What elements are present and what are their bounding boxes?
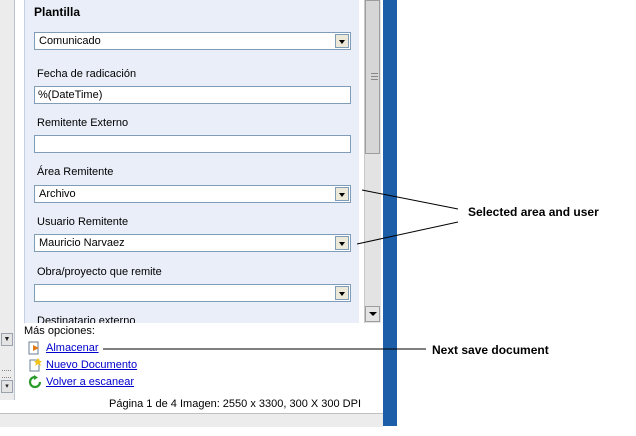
rescan-icon[interactable] <box>28 375 42 389</box>
new-document-icon[interactable] <box>28 358 42 372</box>
grip-line <box>371 73 378 74</box>
left-scroll-strip: ▼ ▾ <box>0 0 15 400</box>
plantilla-select[interactable]: Comunicado <box>34 32 351 50</box>
callout-next-save: Next save document <box>432 343 549 357</box>
page-indicator: Página 1 de 4 <box>109 398 177 410</box>
field-label-area-remitente: Área Remitente <box>37 166 114 178</box>
field-label-destinatario-externo: Destinatario externo <box>37 315 136 323</box>
area-remitente-select[interactable]: Archivo <box>34 185 351 203</box>
grip-line <box>371 79 378 80</box>
bottom-bar <box>0 413 383 427</box>
scroll-down-button[interactable]: ▼ <box>1 333 13 346</box>
field-label-obra-proyecto: Obra/proyecto que remite <box>37 266 162 278</box>
store-icon[interactable] <box>28 341 42 355</box>
obra-proyecto-select[interactable] <box>34 284 351 302</box>
form-panel: Plantilla Comunicado Fecha de radicación… <box>24 0 359 323</box>
vertical-scrollbar[interactable] <box>364 0 381 323</box>
more-options-heading: Más opciones: <box>24 325 95 337</box>
chevron-down-icon[interactable] <box>335 286 349 300</box>
callout-selected-area-user: Selected area and user <box>468 205 599 219</box>
scroll-menu-button[interactable]: ▾ <box>1 380 13 393</box>
chevron-down-icon[interactable] <box>335 187 349 201</box>
app-window: ▼ ▾ Plantilla Comunicado Fecha de radica… <box>0 0 397 427</box>
field-label-usuario-remitente: Usuario Remitente <box>37 216 129 228</box>
chevron-down-icon[interactable] <box>335 236 349 250</box>
usuario-remitente-value: Mauricio Narvaez <box>39 237 125 249</box>
area-remitente-value: Archivo <box>39 188 76 200</box>
scroll-down-arrow-button[interactable] <box>365 306 380 322</box>
chevron-down-icon[interactable] <box>335 34 349 48</box>
new-document-link[interactable]: Nuevo Documento <box>46 359 137 371</box>
status-bar: Página 1 de 4 Imagen: 2550 x 3300, 300 X… <box>14 397 383 413</box>
remitente-externo-input[interactable] <box>34 135 351 153</box>
window-border <box>383 0 397 426</box>
fecha-value: %(DateTime) <box>38 89 103 101</box>
field-label-remitente-externo: Remitente Externo <box>37 117 129 129</box>
store-link[interactable]: Almacenar <box>46 342 99 354</box>
fecha-input[interactable]: %(DateTime) <box>34 86 351 104</box>
grip-dots <box>2 370 11 378</box>
panel-title: Plantilla <box>34 5 81 19</box>
plantilla-value: Comunicado <box>39 35 101 47</box>
grip-line <box>371 76 378 77</box>
image-info: Imagen: 2550 x 3300, 300 X 300 DPI <box>180 398 362 410</box>
rescan-link[interactable]: Volver a escanear <box>46 376 134 388</box>
field-label-fecha: Fecha de radicación <box>37 68 137 80</box>
usuario-remitente-select[interactable]: Mauricio Narvaez <box>34 234 351 252</box>
scroll-thumb[interactable] <box>365 0 380 154</box>
